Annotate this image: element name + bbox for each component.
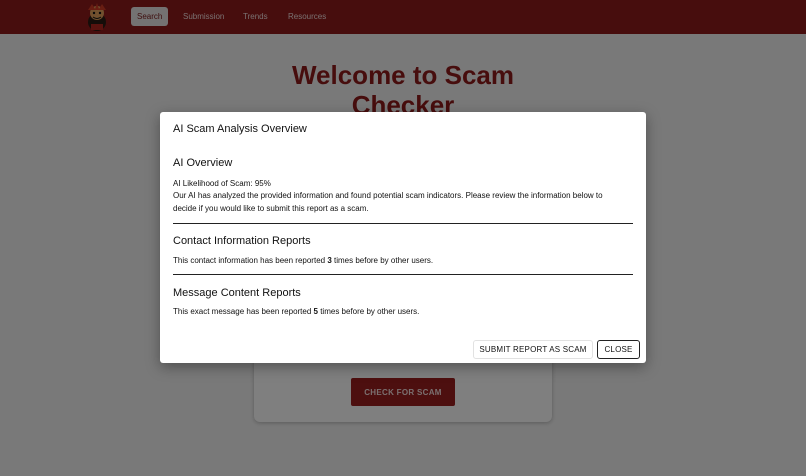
contact-reports-text-before: This contact information has been report… <box>173 256 328 265</box>
contact-reports-text: This contact information has been report… <box>173 254 628 267</box>
section-divider <box>173 223 633 224</box>
message-reports-text-before: This exact message has been reported <box>173 307 314 316</box>
ai-overview-heading: AI Overview <box>173 157 233 169</box>
contact-reports-heading: Contact Information Reports <box>173 235 311 247</box>
close-button[interactable]: CLOSE <box>597 340 640 359</box>
section-divider <box>173 274 633 275</box>
message-reports-text-after: times before by other users. <box>317 307 420 316</box>
ai-analysis-dialog: AI Scam Analysis Overview AI Overview AI… <box>160 112 646 363</box>
dialog-title: AI Scam Analysis Overview <box>173 123 307 135</box>
submit-report-button[interactable]: SUBMIT REPORT AS SCAM <box>473 340 593 359</box>
message-reports-heading: Message Content Reports <box>173 287 301 299</box>
ai-overview-description: Our AI has analyzed the provided informa… <box>173 191 603 213</box>
contact-reports-text-after: times before by other users. <box>331 256 434 265</box>
message-reports-text: This exact message has been reported 5 t… <box>173 305 628 318</box>
